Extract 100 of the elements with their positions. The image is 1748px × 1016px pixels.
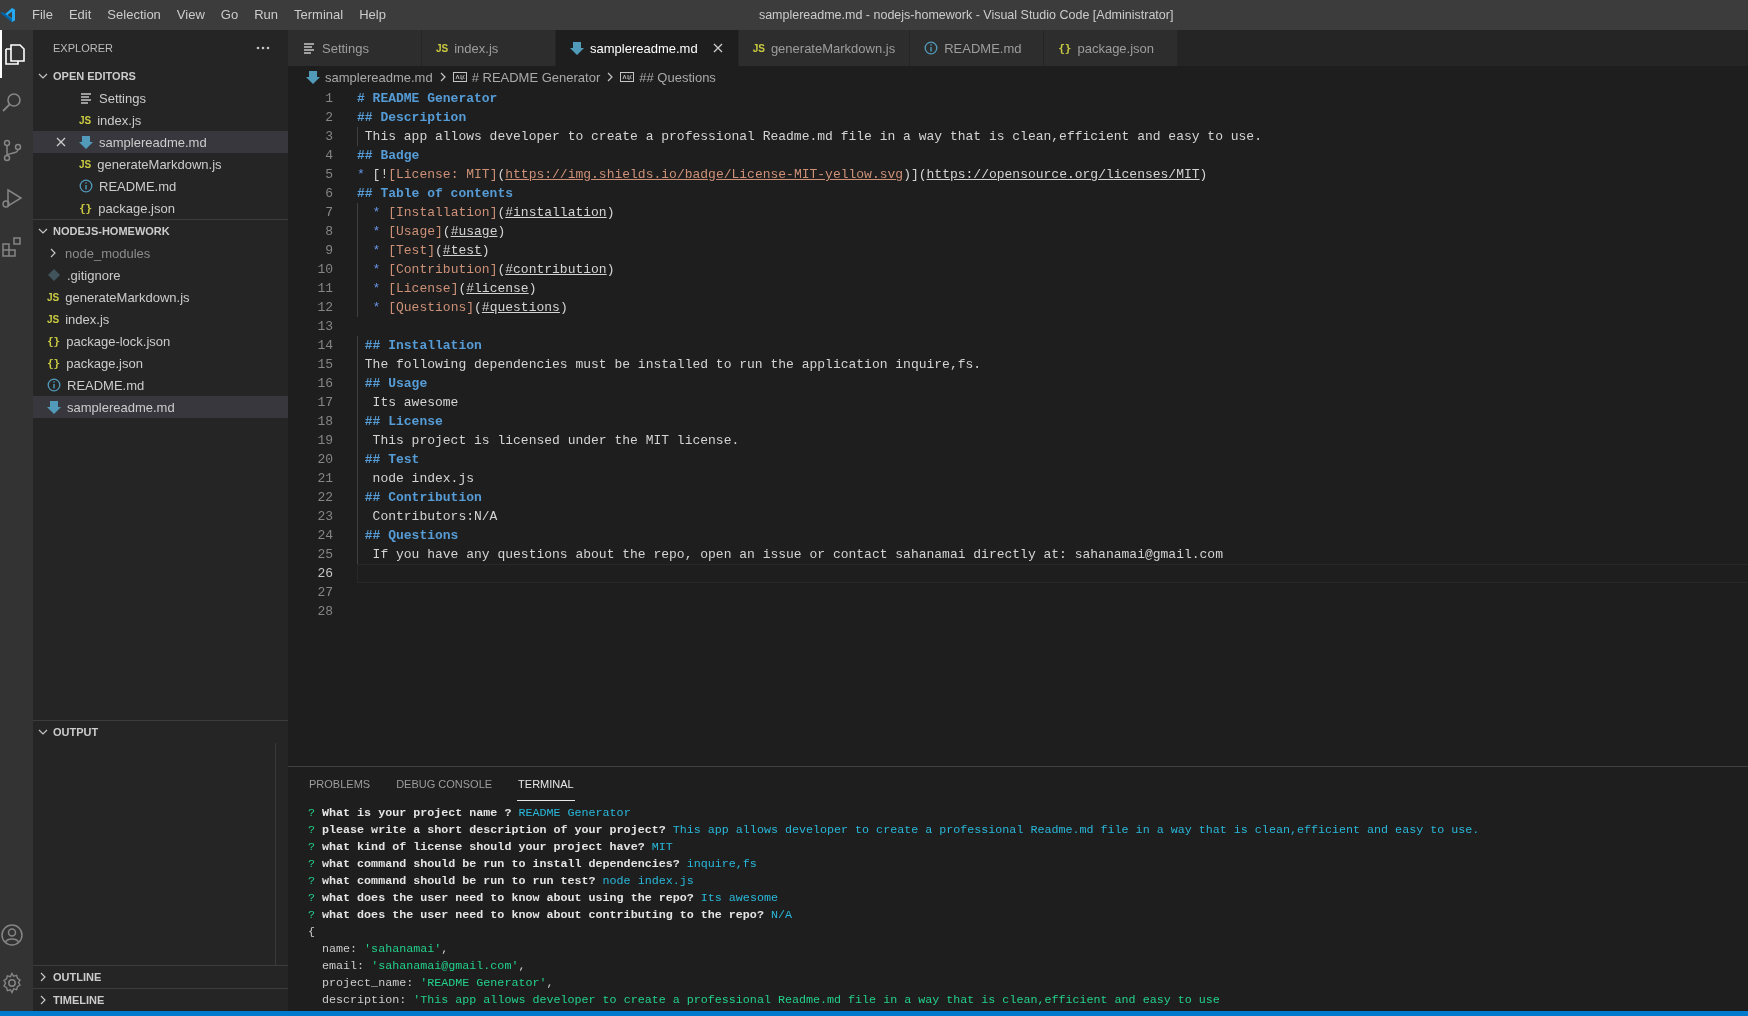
code-line: Contributors:N/A [371,508,498,526]
breadcrumb-item[interactable]: # README Generator [452,69,601,85]
line-number: 3 [324,128,334,146]
terminal-line: ? What is your project name ? README Generator [308,805,631,822]
line-number: 18 [316,413,334,431]
line-number: 19 [316,432,334,450]
menu-item[interactable]: Go [212,4,247,26]
code-line: ## License [363,413,443,431]
line-number: 13 [316,318,334,336]
explorer-entry[interactable]: .gitignore [33,264,288,286]
explorer-entry[interactable]: README.md [33,175,288,197]
code-line: ## Contribution [363,489,482,507]
explorer-entry[interactable]: README.md [33,374,288,396]
terminal-line: description: 'This app allows developer to create a professional Readme.md file in a way that is clean,efficient and easy to use [321,992,1220,1009]
terminal-line: ? what kind of license should your project have? MIT [308,839,673,856]
code-line: Its awesome [371,394,459,412]
line-number: 26 [316,565,334,583]
line-number: 2 [324,109,334,127]
file-type-label: JS [436,42,449,54]
explorer-entry[interactable]: samplereadme.md [33,396,288,418]
explorer-entry[interactable]: samplereadme.md [33,131,288,153]
line-number: 28 [316,603,334,621]
file-type-label: {} [79,201,93,215]
terminal-line: { [308,924,315,941]
panel-tab[interactable]: TERMINAL [517,767,575,801]
explorer-entry[interactable]: {} package.json [33,352,288,374]
section-header[interactable]: OPEN EDITORS [33,65,288,87]
editor-tab[interactable]: JS generateMarkdown.js [738,30,911,66]
explorer-entry[interactable]: {} package-lock.json [33,330,288,352]
code-line: This app allows developer to create a professional Readme.md file in a way that is clean,efficient and easy to use. [363,128,1262,146]
code-line: * [Test](#test) [371,242,490,260]
breadcrumb-item[interactable]: ## Questions [620,69,716,85]
section-header[interactable]: OUTPUT [33,721,288,743]
line-number: 9 [324,242,334,260]
explorer-entry[interactable]: JS index.js [33,308,288,330]
code-line: * [![License: MIT](https://img.shields.io/badge/License-MIT-yellow.svg)](https://opensource.org/licenses/MIT) [357,166,1208,184]
editor-tab[interactable]: README.md [910,30,1045,66]
section-header[interactable]: OUTLINE [33,966,288,988]
code-line: This project is licensed under the MIT license. [371,432,740,450]
line-number: 1 [324,90,334,108]
line-number: 14 [316,337,334,355]
code-line: # README Generator [357,90,498,108]
menu-item[interactable]: Help [351,4,394,26]
editor-tab[interactable]: {} package.json [1044,30,1179,66]
code-line: * [Contribution](#contribution) [371,261,615,279]
line-number: 16 [316,375,334,393]
code-line: * [License](#license) [371,280,537,298]
terminal-line: ? what command should be run to install dependencies? inquire,fs [308,856,757,873]
line-number: 20 [316,451,334,469]
terminal-line: ? what does the user need to know about using the repo? Its awesome [308,890,778,907]
file-type-label: JS [47,291,60,303]
panel-tab[interactable]: DEBUG CONSOLE [395,767,494,801]
line-number: 15 [316,356,334,374]
line-number: 25 [316,546,334,564]
file-type-label: JS [47,313,60,325]
terminal-line: project_name: 'README Generator', [321,975,554,992]
line-number: 10 [316,261,334,279]
explorer-entry[interactable]: {} package.json [33,197,288,219]
line-number: 4 [324,147,334,165]
code-line: node index.js [371,470,475,488]
code-line: If you have any questions about the repo, open an issue or contact sahanamai directly at: sahanamai@gmail.com [371,546,1223,564]
menu-item[interactable]: Edit [60,4,100,26]
explorer-entry[interactable]: JS generateMarkdown.js [33,153,288,175]
code-line: ## Badge [357,147,420,165]
terminal-line: email: 'sahanamai@gmail.com', [321,958,526,975]
code-line: ## Table of contents [357,185,514,203]
window-title: samplereadme.md - nodejs-homework - Visual Studio Code [Administrator] [758,8,1174,22]
line-number: 6 [324,185,334,203]
line-number: 23 [316,508,334,526]
sidebar-title: EXPLORER [53,41,113,54]
menu-item[interactable]: Run [246,4,286,26]
explorer-entry[interactable]: Settings [33,87,288,109]
line-number: 7 [324,204,334,222]
code-line: * [Installation](#installation) [371,204,615,222]
explorer-entry[interactable]: node_modules [33,242,288,264]
section-header[interactable]: TIMELINE [33,989,288,1011]
file-type-label: {} [47,356,61,370]
line-number: 24 [316,527,334,545]
menu-item[interactable]: File [24,4,61,26]
editor-tab[interactable]: JS index.js [422,30,556,66]
line-number: 27 [316,584,334,602]
panel-tab[interactable]: PROBLEMS [308,767,372,801]
line-number: 17 [316,394,334,412]
editor-tab[interactable]: Settings [288,30,422,66]
explorer-entry[interactable]: JS generateMarkdown.js [33,286,288,308]
line-number: 22 [316,489,334,507]
code-line: The following dependencies must be installed to run the application inquire,fs. [363,356,982,374]
terminal-line: name: 'sahanamai', [321,941,449,958]
section-header[interactable]: NODEJS-HOMEWORK [33,220,288,242]
menu-item[interactable]: Selection [99,4,169,26]
terminal-line: ? what command should be run to run test? node index.js [308,873,694,890]
line-number: 21 [316,470,334,488]
editor-tab[interactable]: samplereadme.md [556,30,739,66]
code-line: ## Test [363,451,420,469]
line-number: 11 [316,280,334,298]
explorer-entry[interactable]: JS index.js [33,109,288,131]
menu-item[interactable]: View [168,4,213,26]
menu-item[interactable]: Terminal [286,4,352,26]
code-line: ## Usage [363,375,428,393]
breadcrumb-item[interactable]: samplereadme.md [306,69,433,85]
